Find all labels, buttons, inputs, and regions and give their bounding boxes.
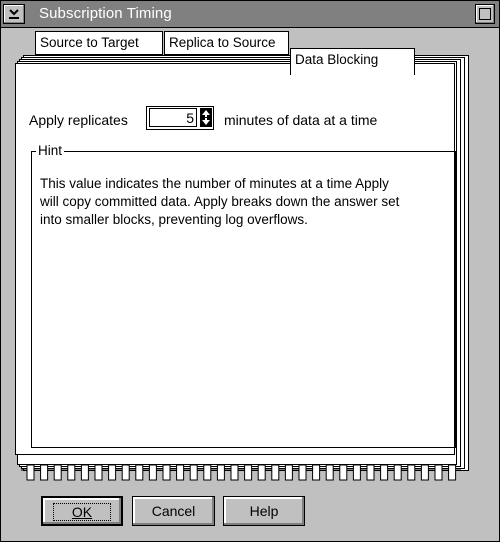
spiral-ring — [176, 464, 185, 481]
spiral-ring — [244, 464, 253, 481]
spiral-ring — [284, 464, 293, 481]
apply-replicates-label: Apply replicates — [29, 112, 128, 128]
spiral-ring — [271, 464, 280, 481]
help-button[interactable]: Help — [223, 496, 305, 526]
hint-line: into smaller blocks, preventing log over… — [40, 212, 308, 227]
spiral-ring — [380, 464, 389, 481]
maximize-icon — [479, 8, 491, 20]
minutes-suffix-label: minutes of data at a time — [224, 112, 378, 128]
spiral-ring — [135, 464, 144, 481]
maximize-button[interactable] — [475, 4, 495, 24]
cancel-label: Cancel — [151, 503, 196, 519]
ok-label: OK — [71, 504, 93, 520]
spiral-ring — [230, 464, 239, 481]
system-menu-button[interactable] — [3, 4, 25, 24]
spiral-ring — [339, 464, 348, 481]
system-menu-icon — [9, 9, 19, 19]
spiral-ring — [203, 464, 212, 481]
tab-label: Data Blocking — [295, 52, 379, 67]
hint-text: This value indicates the number of minut… — [40, 175, 425, 229]
hint-groupbox: Hint This value indicates the number of … — [31, 143, 456, 448]
tab-replica-to-source[interactable]: Replica to Source — [164, 31, 289, 55]
window-title: Subscription Timing — [39, 5, 172, 22]
spiral-ring — [67, 464, 76, 481]
tab-label: Replica to Source — [169, 35, 276, 50]
spiral-ring — [108, 464, 117, 481]
spiral-ring — [352, 464, 361, 481]
spiral-ring — [94, 464, 103, 481]
spiral-ring — [80, 464, 89, 481]
spiral-ring — [312, 464, 321, 481]
spiral-ring — [257, 464, 266, 481]
minutes-input[interactable]: 5 — [149, 108, 197, 127]
spiral-ring — [298, 464, 307, 481]
spin-arrows[interactable] — [200, 108, 212, 127]
hint-legend: Hint — [36, 143, 65, 158]
hint-line: will copy committed data. Apply breaks d… — [40, 194, 400, 209]
tab-source-to-target[interactable]: Source to Target — [35, 31, 163, 55]
tab-data-blocking[interactable]: Data Blocking — [290, 48, 415, 75]
spiral-ring — [407, 464, 416, 481]
arrow-down-icon[interactable] — [202, 118, 210, 125]
spiral-ring — [393, 464, 402, 481]
ok-button[interactable]: OK — [41, 496, 123, 526]
spiral-ring — [148, 464, 157, 481]
hint-line: This value indicates the number of minut… — [40, 176, 389, 191]
cancel-button[interactable]: Cancel — [132, 496, 215, 526]
spiral-ring — [53, 464, 62, 481]
spiral-binding — [21, 464, 461, 481]
spiral-ring — [216, 464, 225, 481]
minutes-spinbutton[interactable]: 5 — [146, 106, 214, 130]
title-bar[interactable]: Subscription Timing — [1, 1, 499, 28]
spiral-ring — [448, 464, 457, 481]
spiral-ring — [162, 464, 171, 481]
help-label: Help — [249, 503, 279, 519]
dialog-window: Subscription Timing Source to Target Rep… — [0, 0, 500, 542]
spiral-ring — [366, 464, 375, 481]
spiral-ring — [434, 464, 443, 481]
spiral-ring — [420, 464, 429, 481]
spiral-ring — [26, 464, 35, 481]
spiral-ring — [325, 464, 334, 481]
tab-label: Source to Target — [40, 35, 139, 50]
arrow-up-icon[interactable] — [202, 110, 210, 117]
spiral-ring — [121, 464, 130, 481]
spiral-ring — [189, 464, 198, 481]
spiral-ring — [40, 464, 49, 481]
